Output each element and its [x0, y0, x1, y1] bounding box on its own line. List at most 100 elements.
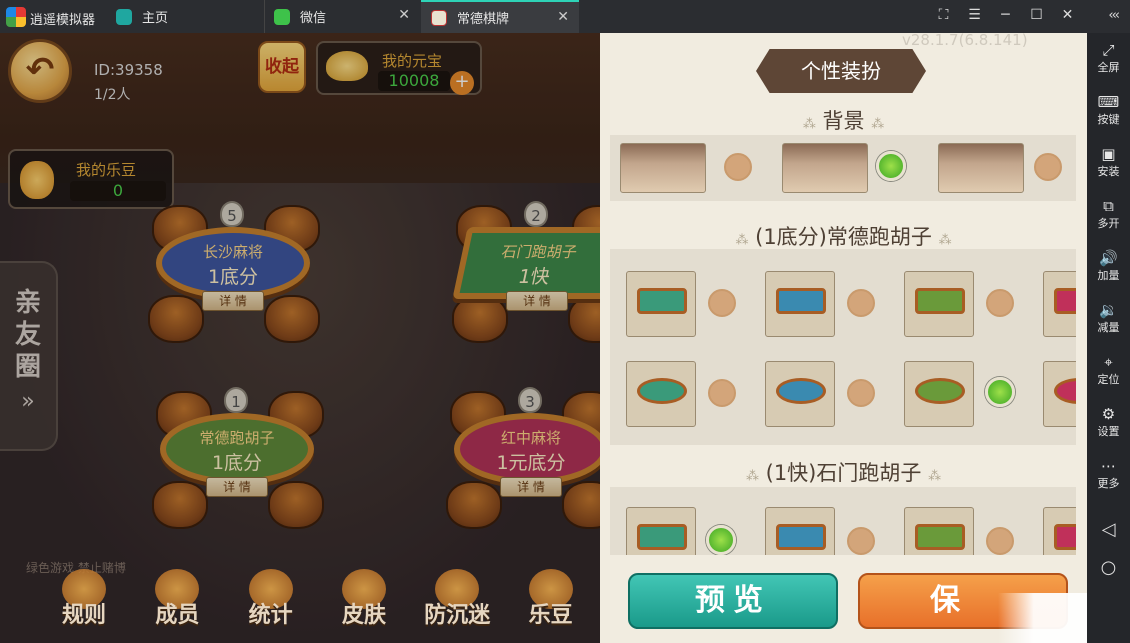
nav-label: 防沉迷: [424, 603, 491, 628]
maximize-icon[interactable]: ☐: [1026, 7, 1047, 23]
sidebar-volume-down[interactable]: 🔉 减量: [1087, 301, 1130, 335]
close-tab-wechat-icon[interactable]: ✕: [398, 7, 410, 23]
background-radio-2-selected[interactable]: [876, 151, 906, 181]
sidebar-label: 安装: [1097, 165, 1120, 178]
decor-icon: ⁂: [802, 117, 816, 132]
sidebar-label: 加量: [1097, 269, 1120, 282]
table-skin-radio-selected[interactable]: [706, 525, 736, 555]
table-skin-radio[interactable]: [847, 527, 875, 555]
tab-home-label: 主页: [142, 11, 169, 26]
sidebar-fullscreen[interactable]: ⤢ 全屏: [1087, 41, 1130, 75]
shimen-table-options: [610, 487, 1076, 555]
decor-icon: ⁂: [938, 233, 952, 248]
sidebar-label: 定位: [1097, 373, 1120, 386]
nav-skin[interactable]: 皮肤: [316, 569, 409, 639]
apk-icon: ▣: [1101, 145, 1116, 163]
table-skin-radio[interactable]: [708, 379, 736, 407]
table-skin-radio[interactable]: [986, 527, 1014, 555]
background-option-2[interactable]: [782, 143, 868, 193]
table-skin-option[interactable]: [1043, 271, 1076, 337]
menu-icon[interactable]: ☰: [964, 7, 985, 23]
nav-label: 统计: [248, 603, 293, 628]
volume-up-icon: 🔊: [1099, 249, 1118, 267]
section-label: (1底分)常德跑胡子: [755, 225, 932, 249]
sidebar-settings[interactable]: ⚙ 设置: [1087, 405, 1130, 439]
decor-icon: ⁂: [745, 469, 759, 484]
tab-home[interactable]: 主页: [108, 0, 258, 33]
nav-stats[interactable]: 统计: [223, 569, 316, 639]
sidebar-location[interactable]: ⌖ 定位: [1087, 353, 1130, 387]
decor-icon: ⁂: [735, 233, 749, 248]
table-skin-radio[interactable]: [986, 289, 1014, 317]
decor-icon: ⁂: [928, 469, 942, 484]
preview-button[interactable]: 预览: [628, 573, 838, 629]
skin-panel: v28.1.7(6.8.141) 个性装扮 ⁂ 背景 ⁂ ⁂ (1底分)常德跑胡…: [600, 33, 1087, 643]
screenshot-icon[interactable]: ⛶: [933, 7, 954, 23]
nav-beans[interactable]: 乐豆: [503, 569, 596, 639]
close-tab-game-icon[interactable]: ✕: [557, 9, 569, 25]
table-skin-radio-selected[interactable]: [985, 377, 1015, 407]
tab-changde-qipai[interactable]: 常德棋牌 ✕: [421, 0, 579, 33]
bottom-nav: 规则 成员 统计 皮肤 防沉迷 乐豆: [36, 569, 596, 639]
nav-label: 规则: [61, 603, 106, 628]
android-back-icon[interactable]: ◁: [1087, 519, 1130, 540]
sidebar-multi[interactable]: ⧉ 多开: [1087, 197, 1130, 231]
wechat-icon: [274, 8, 290, 25]
table-skin-option[interactable]: [1043, 361, 1076, 427]
sidebar-more[interactable]: ⋯ 更多: [1087, 457, 1130, 491]
background-option-1[interactable]: [620, 143, 706, 193]
android-home-icon[interactable]: ○: [1087, 557, 1130, 578]
sidebar-label: 多开: [1097, 217, 1120, 230]
sidebar-volume-up[interactable]: 🔊 加量: [1087, 249, 1130, 283]
mahjong-tile-icon: [431, 9, 447, 26]
app-logo-icon: [6, 7, 26, 27]
title-bar: 逍遥模拟器 主页 微信 ✕ 常德棋牌 ✕ ⛶ ☰ ─ ☐ ✕ ‹‹‹: [0, 0, 1130, 33]
table-skin-option[interactable]: [1043, 507, 1076, 555]
nav-members[interactable]: 成员: [129, 569, 222, 639]
nav-rules[interactable]: 规则: [36, 569, 129, 639]
location-pin-icon: ⌖: [1104, 353, 1113, 371]
sidebar-label: 按键: [1097, 113, 1120, 126]
version-text: v28.1.7(6.8.141): [902, 33, 1028, 49]
sidebar-label: 全屏: [1097, 61, 1120, 74]
fullscreen-icon: ⤢: [1102, 41, 1115, 59]
section-label: 背景: [822, 109, 865, 133]
minimize-icon[interactable]: ─: [995, 7, 1016, 23]
window-controls: ⛶ ☰ ─ ☐ ✕: [933, 7, 1078, 23]
gear-icon: ⚙: [1101, 405, 1116, 423]
close-window-icon[interactable]: ✕: [1057, 7, 1078, 23]
sidebar-keymap[interactable]: ⌨ 按键: [1087, 93, 1130, 127]
background-radio-3[interactable]: [1034, 153, 1062, 181]
background-options: [610, 135, 1076, 201]
nav-label: 成员: [155, 603, 200, 628]
table-skin-radio[interactable]: [708, 289, 736, 317]
nav-anti-addiction[interactable]: 防沉迷: [409, 569, 502, 639]
table-skin-option[interactable]: [765, 271, 835, 337]
table-skin-radio[interactable]: [847, 379, 875, 407]
table-skin-option[interactable]: [626, 507, 696, 555]
tab-wechat[interactable]: 微信 ✕: [264, 0, 420, 33]
table-skin-option[interactable]: [904, 507, 974, 555]
sidebar-install[interactable]: ▣ 安装: [1087, 145, 1130, 179]
section-background-title: ⁂ 背景 ⁂: [600, 105, 1087, 135]
table-skin-radio[interactable]: [847, 289, 875, 317]
table-skin-option[interactable]: [904, 271, 974, 337]
tab-wechat-label: 微信: [300, 11, 327, 26]
game-area: ↶ ID:39358 1/2人 收起 我的元宝 10008 + 我的乐豆 0 亲…: [0, 33, 1087, 643]
keyboard-icon: ⌨: [1097, 93, 1120, 111]
background-radio-1[interactable]: [724, 153, 752, 181]
emulator-sidebar: ⤢ 全屏 ⌨ 按键 ▣ 安装 ⧉ 多开 🔊 加量 🔉 减量 ⌖ 定位 ⚙ 设置 …: [1087, 33, 1130, 643]
background-option-3[interactable]: [938, 143, 1024, 193]
table-skin-option[interactable]: [765, 361, 835, 427]
collapse-sidebar-icon[interactable]: ‹‹‹: [1108, 8, 1120, 23]
table-skin-option[interactable]: [626, 361, 696, 427]
sidebar-label: 设置: [1097, 425, 1120, 438]
table-skin-option[interactable]: [626, 271, 696, 337]
multi-instance-icon: ⧉: [1103, 197, 1114, 215]
watermark-overlay: [998, 593, 1087, 643]
table-skin-option[interactable]: [765, 507, 835, 555]
changde-table-options: [610, 249, 1076, 445]
nav-label: 乐豆: [528, 603, 573, 628]
table-skin-option[interactable]: [904, 361, 974, 427]
volume-down-icon: 🔉: [1099, 301, 1118, 319]
